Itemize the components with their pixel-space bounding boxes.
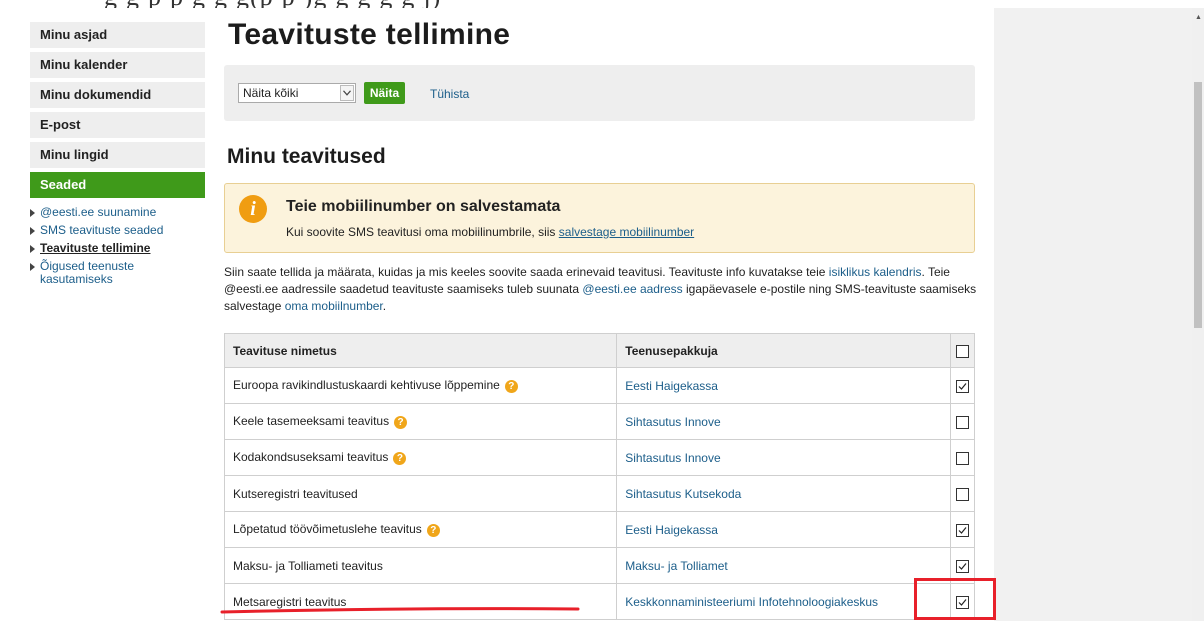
sidebar: Minu asjad Minu kalender Minu dokumendid… (30, 22, 205, 291)
scroll-up-icon[interactable]: ▲ (1195, 14, 1202, 21)
select-all-checkbox[interactable] (955, 344, 969, 358)
sidebar-item-minu-kalender[interactable]: Minu kalender (30, 52, 205, 78)
description-part: . (382, 299, 387, 313)
subnav-label: Õigused teenuste kasutamiseks (40, 259, 135, 286)
notification-name: Maksu- ja Tolliameti teavitus (233, 558, 383, 573)
top-clipped-text: ggppggg(pp)gggggj) (0, 0, 1204, 8)
row-checkbox[interactable] (955, 559, 969, 573)
left-margin (0, 8, 24, 621)
personal-calendar-link[interactable]: isiklikus kalendris (829, 265, 922, 279)
table-row: Metsaregistri teavitus Keskkonnaministee… (223, 583, 976, 620)
annotation-highlight-box (914, 578, 996, 620)
sidebar-item-minu-lingid[interactable]: Minu lingid (30, 142, 205, 168)
subnav-label: @eesti.ee suunamine (40, 205, 157, 219)
notification-name: Kodakondsuseksami teavitus (233, 450, 389, 465)
notification-name: Metsaregistri teavitus (233, 594, 347, 609)
table-row: Kutseregistri teavitused Sihtasutus Kuts… (223, 475, 976, 512)
subnav-item-sms-seaded[interactable]: SMS teavituste seaded (30, 224, 205, 237)
provider-link[interactable]: Maksu- ja Tolliamet (616, 547, 951, 584)
notification-name-cell: Keele tasemeeksami teavitus? (223, 403, 618, 440)
description-text: Siin saate tellida ja määrata, kuidas ja… (224, 264, 979, 315)
provider-link[interactable]: Eesti Haigekassa (616, 511, 951, 548)
help-icon[interactable]: ? (426, 523, 440, 537)
arrow-right-icon (30, 245, 35, 253)
notification-name-cell: Metsaregistri teavitus (223, 583, 618, 620)
notification-name-cell: Euroopa ravikindlustuskaardi kehtivuse l… (223, 367, 618, 404)
mobile-number-notice: i Teie mobiilinumber on salvestamata Kui… (224, 183, 975, 253)
checkbox-cell[interactable] (949, 475, 976, 512)
section-title: Minu teavitused (227, 145, 386, 168)
table-row: Lõpetatud töövõimetuslehe teavitus? Eest… (223, 511, 976, 548)
checkbox-cell[interactable] (949, 511, 976, 548)
column-header-select-all[interactable] (949, 333, 976, 368)
notification-name-cell: Kutseregistri teavitused (223, 475, 618, 512)
row-checkbox[interactable] (955, 523, 969, 537)
outside-page-area (994, 8, 1192, 621)
settings-subnav: @eesti.ee suunamine SMS teavituste seade… (30, 206, 205, 286)
table-header-row: Teavituse nimetus Teenusepakkuja (223, 333, 976, 368)
provider-link[interactable]: Sihtasutus Kutsekoda (616, 475, 951, 512)
help-icon[interactable]: ? (394, 415, 408, 429)
notifications-table: Teavituse nimetus Teenusepakkuja Euroopa… (223, 333, 976, 620)
subnav-label: Teavituste tellimine (40, 241, 151, 255)
sidebar-item-seaded[interactable]: Seaded (30, 172, 205, 198)
help-icon[interactable]: ? (504, 379, 518, 393)
notification-name: Keele tasemeeksami teavitus (233, 414, 390, 429)
checkbox-cell[interactable] (949, 439, 976, 476)
filter-bar: Näita kõiki Näita Tühista (224, 65, 975, 121)
chevron-down-icon[interactable] (340, 85, 354, 101)
subnav-item-suunamine[interactable]: @eesti.ee suunamine (30, 206, 205, 219)
provider-link[interactable]: Sihtasutus Innove (616, 403, 951, 440)
eesti-address-link[interactable]: @eesti.ee aadress (582, 282, 682, 296)
provider-link[interactable]: Eesti Haigekassa (616, 367, 951, 404)
notice-body-text: Kui soovite SMS teavitusi oma mobiilinum… (286, 225, 556, 239)
arrow-right-icon (30, 209, 35, 217)
subnav-label: SMS teavituste seaded (40, 223, 164, 237)
notification-name-cell: Kodakondsuseksami teavitus? (223, 439, 618, 476)
row-checkbox[interactable] (955, 415, 969, 429)
checkbox-cell[interactable] (949, 403, 976, 440)
arrow-right-icon (30, 263, 35, 271)
notice-title: Teie mobiilinumber on salvestamata (286, 198, 561, 215)
sidebar-item-minu-asjad[interactable]: Minu asjad (30, 22, 205, 48)
filter-select[interactable]: Näita kõiki (238, 83, 356, 103)
column-header-provider: Teenusepakkuja (616, 333, 951, 368)
info-icon: i (239, 195, 267, 223)
clear-link[interactable]: Tühista (430, 87, 469, 101)
vertical-scrollbar[interactable]: ▲ (1192, 8, 1204, 621)
checkbox-cell[interactable] (949, 367, 976, 404)
notification-name: Kutseregistri teavitused (233, 486, 358, 501)
notification-name: Euroopa ravikindlustuskaardi kehtivuse l… (233, 378, 500, 393)
table-row: Euroopa ravikindlustuskaardi kehtivuse l… (223, 367, 976, 404)
show-button[interactable]: Näita (364, 82, 405, 104)
help-icon[interactable]: ? (393, 451, 407, 465)
table-row: Kodakondsuseksami teavitus? Sihtasutus I… (223, 439, 976, 476)
arrow-right-icon (30, 227, 35, 235)
subnav-item-oigused[interactable]: Õigused teenuste kasutamiseks (30, 260, 205, 286)
sidebar-item-e-post[interactable]: E-post (30, 112, 205, 138)
subnav-item-teavituste-tellimine[interactable]: Teavituste tellimine (30, 242, 205, 255)
filter-select-value: Näita kõiki (243, 86, 299, 100)
table-row: Keele tasemeeksami teavitus? Sihtasutus … (223, 403, 976, 440)
notification-name: Lõpetatud töövõimetuslehe teavitus (233, 522, 422, 537)
scrollbar-thumb[interactable] (1194, 82, 1202, 328)
mobile-number-link[interactable]: oma mobiilnumber (285, 299, 383, 313)
provider-link[interactable]: Sihtasutus Innove (616, 439, 951, 476)
row-checkbox[interactable] (955, 487, 969, 501)
row-checkbox[interactable] (955, 379, 969, 393)
save-mobile-number-link[interactable]: salvestage mobiilinumber (559, 225, 694, 239)
notification-name-cell: Maksu- ja Tolliameti teavitus (223, 547, 618, 584)
description-part: Siin saate tellida ja määrata, kuidas ja… (224, 265, 826, 279)
row-checkbox[interactable] (955, 451, 969, 465)
page-title: Teavituste tellimine (228, 18, 511, 51)
column-header-name: Teavituse nimetus (223, 333, 618, 368)
table-row: Maksu- ja Tolliameti teavitus Maksu- ja … (223, 547, 976, 584)
notice-body: Kui soovite SMS teavitusi oma mobiilinum… (286, 225, 694, 239)
notification-name-cell: Lõpetatud töövõimetuslehe teavitus? (223, 511, 618, 548)
sidebar-item-minu-dokumendid[interactable]: Minu dokumendid (30, 82, 205, 108)
provider-link[interactable]: Keskkonnaministeeriumi Infotehnoloogiake… (616, 583, 951, 620)
